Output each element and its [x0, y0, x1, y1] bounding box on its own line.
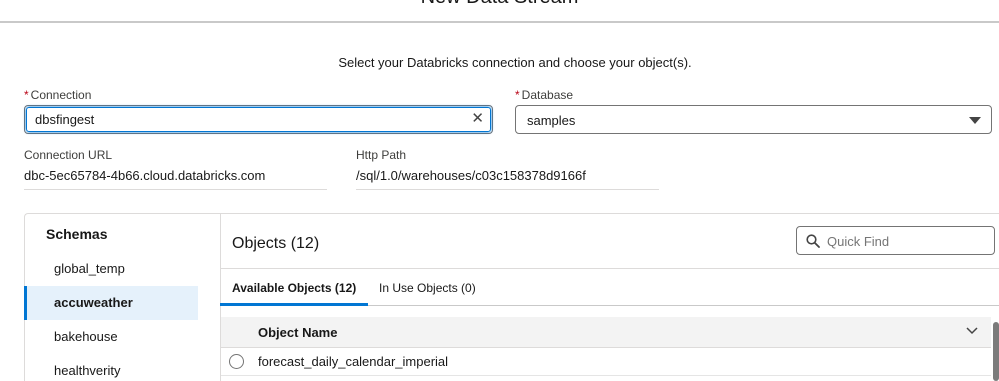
- schema-item-accuweather[interactable]: accuweather: [24, 286, 198, 320]
- close-icon[interactable]: ✕: [471, 111, 484, 127]
- objects-title: Objects (12): [232, 235, 320, 252]
- schema-item-healthverity[interactable]: healthverity: [24, 354, 198, 381]
- object-name-column-header[interactable]: Object Name: [221, 317, 991, 348]
- modal-title: New Data Stream: [0, 0, 999, 9]
- database-value: samples: [527, 113, 576, 128]
- chevron-down-icon[interactable]: [966, 326, 978, 336]
- database-label-text: Database: [521, 88, 574, 102]
- connection-label: * Connection: [24, 88, 91, 102]
- database-label: * Database: [515, 88, 573, 102]
- http-path-label: Http Path: [356, 148, 407, 162]
- active-tab-indicator: [220, 303, 368, 306]
- connection-url-underline: [24, 189, 327, 190]
- row-radio[interactable]: [229, 354, 244, 369]
- connection-combobox[interactable]: dbsfingest ✕: [24, 105, 493, 134]
- connection-value: dbsfingest: [35, 112, 95, 127]
- search-icon: [806, 234, 820, 248]
- modal-header: New Data Stream: [0, 0, 999, 23]
- column-header-label: Object Name: [258, 325, 338, 340]
- http-path-underline: [356, 189, 659, 190]
- instructions-text: Select your Databricks connection and ch…: [338, 55, 692, 70]
- connection-url-label: Connection URL: [24, 148, 113, 162]
- schemas-title: Schemas: [46, 226, 108, 242]
- database-select[interactable]: samples: [515, 105, 992, 134]
- required-marker: *: [24, 88, 29, 102]
- required-marker: *: [515, 88, 520, 102]
- connection-focus-ring: [26, 107, 491, 132]
- objects-header-divider: [220, 268, 999, 269]
- quick-find-input[interactable]: [827, 234, 977, 249]
- tab-available-objects[interactable]: Available Objects (12): [232, 281, 356, 295]
- quick-find-search[interactable]: [796, 226, 995, 255]
- schema-item-bakehouse[interactable]: bakehouse: [24, 320, 198, 354]
- connection-url-value: dbc-5ec65784-4b66.cloud.databricks.com: [24, 168, 266, 183]
- table-row[interactable]: forecast_daily_calendar_imperial: [221, 348, 991, 376]
- http-path-value: /sql/1.0/warehouses/c03c158378d9166f: [356, 168, 586, 183]
- object-name-cell: forecast_daily_calendar_imperial: [258, 354, 449, 369]
- connection-label-text: Connection: [30, 88, 92, 102]
- scrollbar[interactable]: [993, 322, 999, 381]
- tab-in-use-objects[interactable]: In Use Objects (0): [379, 281, 476, 295]
- schema-item-global-temp[interactable]: global_temp: [24, 252, 198, 286]
- caret-down-icon: [969, 117, 981, 124]
